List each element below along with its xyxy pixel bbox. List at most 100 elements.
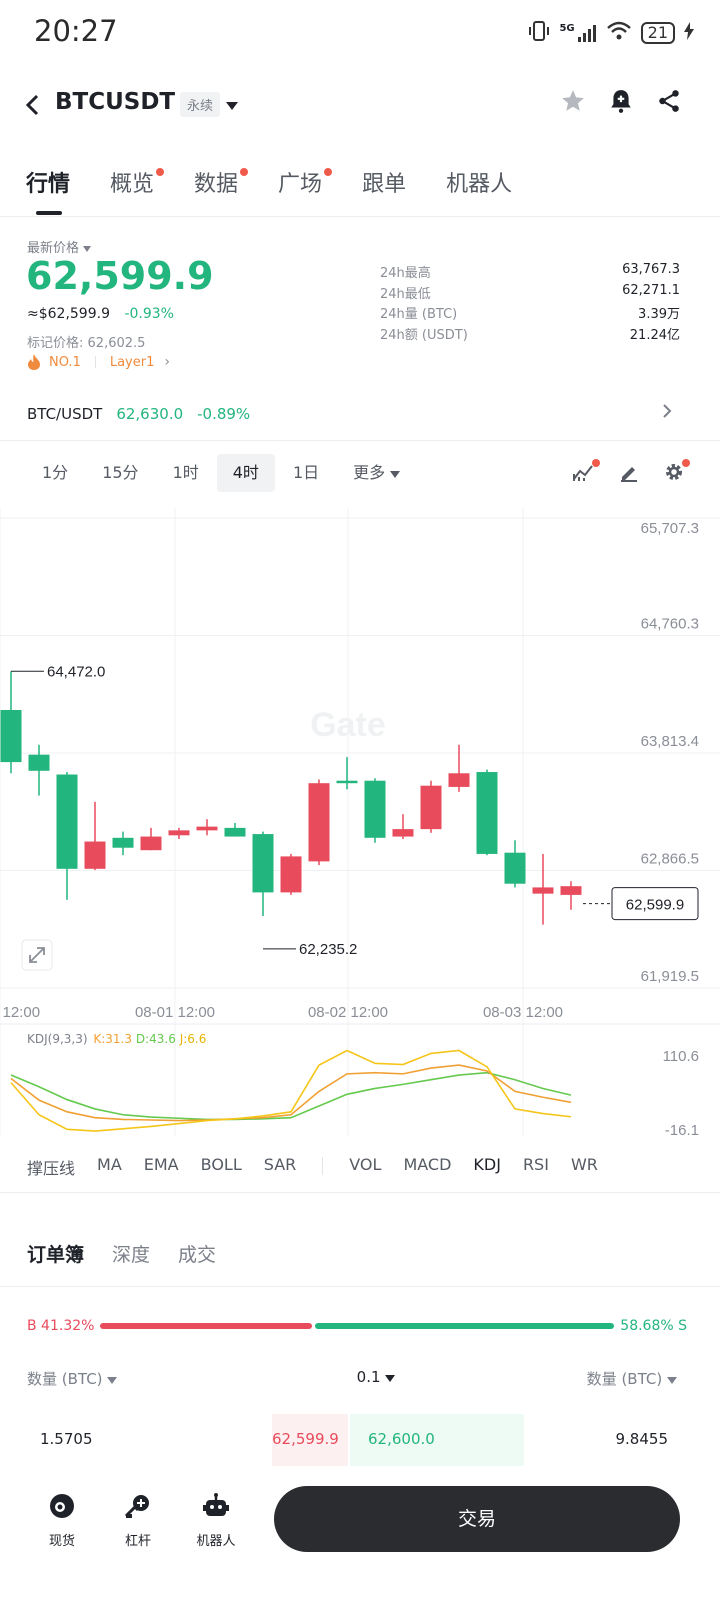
nav-spot-label: 现货 xyxy=(48,1534,75,1549)
tab-orderbook[interactable]: 订单簿 xyxy=(27,1240,84,1267)
stat-turnover: 24h额 (USDT) 21.24亿 xyxy=(380,327,680,343)
indicator-toggle-icon[interactable] xyxy=(572,459,600,486)
stat-volume: 24h量 (BTC) 3.39万 xyxy=(380,307,680,322)
candle-body xyxy=(308,783,330,862)
candle-body xyxy=(28,754,50,771)
draw-pencil-icon[interactable] xyxy=(619,462,639,486)
indicator-macd[interactable]: MACD xyxy=(403,1155,451,1179)
alert-bell-icon[interactable] xyxy=(608,88,634,118)
caret-down-icon xyxy=(83,246,92,252)
interval-1d[interactable]: 1日 xyxy=(277,454,335,492)
header-actions xyxy=(560,88,682,118)
spot-icon xyxy=(50,1494,74,1518)
chevron-right-icon[interactable] xyxy=(662,403,672,424)
rank-badge: NO.1 xyxy=(49,354,81,370)
indicator-vol[interactable]: VOL xyxy=(349,1155,381,1179)
indicator-boll[interactable]: BOLL xyxy=(201,1155,242,1179)
mark-price-value: 62,602.5 xyxy=(87,336,146,351)
chevron-right-icon: › xyxy=(164,354,170,370)
candle-body xyxy=(56,774,78,869)
qty-left-selector[interactable]: 数量 (BTC) xyxy=(27,1368,118,1389)
x-axis-labels: 07-31 12:00 08-01 12:00 08-02 12:00 08-03 1… xyxy=(0,1004,563,1021)
y-tick-label: 61,919.5 xyxy=(641,968,699,985)
orderbook-row[interactable]: 1.5705 62,599.9 62,600.0 9.8455 xyxy=(0,1414,720,1466)
star-icon[interactable] xyxy=(560,88,586,118)
spot-pair: BTC/USDT xyxy=(27,405,103,423)
mark-price-row: 标记价格: 62,602.5 xyxy=(27,332,145,351)
low-price-label: 62,235.2 xyxy=(299,941,357,958)
indicator-rsi[interactable]: RSI xyxy=(523,1155,549,1179)
status-time: 20:27 xyxy=(34,14,118,48)
perpetual-tag: 永续 xyxy=(180,92,221,117)
chart-tools xyxy=(572,459,690,486)
indicator-bar: 撑压线 MA EMA BOLL SAR VOL MACD KDJ RSI WR xyxy=(27,1155,620,1179)
divider xyxy=(0,1192,720,1193)
indicator-ema[interactable]: EMA xyxy=(144,1155,179,1179)
kdj-panel: 110.6 -16.1 xyxy=(10,1048,699,1139)
sector-tag: Layer1 xyxy=(109,354,155,370)
tab-market[interactable]: 行情 xyxy=(26,166,70,198)
divider xyxy=(322,1157,324,1175)
tab-data[interactable]: 数据 xyxy=(194,166,249,198)
back-button[interactable] xyxy=(24,90,40,125)
candle-body xyxy=(504,852,526,884)
tab-depth[interactable]: 深度 xyxy=(112,1240,150,1267)
interval-more[interactable]: 更多 xyxy=(337,454,416,492)
interval-1h[interactable]: 1时 xyxy=(157,454,215,492)
rank-row[interactable]: NO.1 Layer1 › xyxy=(27,354,170,370)
interval-1m[interactable]: 1分 xyxy=(26,454,84,492)
usd-price: ≈$62,599.9 xyxy=(27,306,110,322)
nav-spot[interactable]: 现货 xyxy=(32,1492,92,1549)
x-tick-label: 08-02 12:00 xyxy=(308,1004,388,1021)
mark-price-label: 标记价格: xyxy=(27,336,84,351)
ask-price: 62,600.0 xyxy=(368,1430,435,1448)
kdj-j-value: J:6.6 xyxy=(179,1032,207,1046)
nav-margin[interactable]: 杠杆 xyxy=(108,1492,168,1549)
expand-icon[interactable] xyxy=(21,939,53,971)
chart-settings-icon[interactable] xyxy=(664,459,690,486)
indicator-ma[interactable]: MA xyxy=(97,1155,122,1179)
orderbook-tabs: 订单簿 深度 成交 xyxy=(27,1240,216,1267)
divider xyxy=(0,440,720,441)
divider xyxy=(0,1286,720,1287)
caret-down-icon xyxy=(107,1377,118,1384)
precision-selector[interactable]: 0.1 xyxy=(357,1368,396,1389)
qty-right-selector[interactable]: 数量 (BTC) xyxy=(587,1368,677,1389)
indicator-kdj[interactable]: KDJ xyxy=(473,1155,501,1179)
tab-square[interactable]: 广场 xyxy=(278,166,333,198)
indicator-support-resistance[interactable]: 撑压线 xyxy=(27,1155,75,1179)
ratio-bar xyxy=(100,1323,615,1329)
spot-price-row[interactable]: BTC/USDT 62,630.0 -0.89% xyxy=(27,405,250,423)
margin-icon xyxy=(124,1495,149,1518)
trade-button[interactable]: 交易 xyxy=(274,1486,680,1552)
notification-dot xyxy=(682,459,690,467)
buy-sell-ratio: B 41.32% 58.68% S xyxy=(27,1318,687,1334)
share-icon[interactable] xyxy=(656,88,682,118)
flame-icon xyxy=(28,354,40,370)
interval-15m[interactable]: 15分 xyxy=(86,454,154,492)
candle-body xyxy=(392,829,414,837)
tab-bots[interactable]: 机器人 xyxy=(446,166,512,198)
spot-price: 62,630.0 xyxy=(116,405,184,423)
tab-overview[interactable]: 概览 xyxy=(110,166,165,198)
symbol-title[interactable]: BTCUSDT xyxy=(55,89,175,115)
y-tick-label: 63,813.4 xyxy=(641,733,699,750)
caret-down-icon[interactable] xyxy=(226,99,238,114)
nav-robot[interactable]: 机器人 xyxy=(186,1492,246,1549)
y-tick-label: 64,760.3 xyxy=(641,616,699,633)
candle-body xyxy=(476,772,498,854)
price-change: -0.93% xyxy=(124,306,174,322)
tab-copy-trading[interactable]: 跟单 xyxy=(362,166,406,198)
current-price-label: 62,599.9 xyxy=(626,897,684,914)
stat-low: 24h最低 62,271.1 xyxy=(380,282,680,302)
indicator-wr[interactable]: WR xyxy=(571,1155,598,1179)
price-chart[interactable]: Gate 65,707.3 64,760.3 63,813.4 62,866.5 61,… xyxy=(0,508,720,1148)
divider xyxy=(94,356,96,368)
candle-body xyxy=(0,709,22,763)
indicator-sar[interactable]: SAR xyxy=(264,1155,297,1179)
candle-body xyxy=(252,834,274,893)
interval-4h[interactable]: 4时 xyxy=(216,454,275,492)
tab-trades[interactable]: 成交 xyxy=(178,1240,216,1267)
candlestick-series xyxy=(0,671,582,925)
buy-ratio: B 41.32% xyxy=(27,1318,95,1334)
